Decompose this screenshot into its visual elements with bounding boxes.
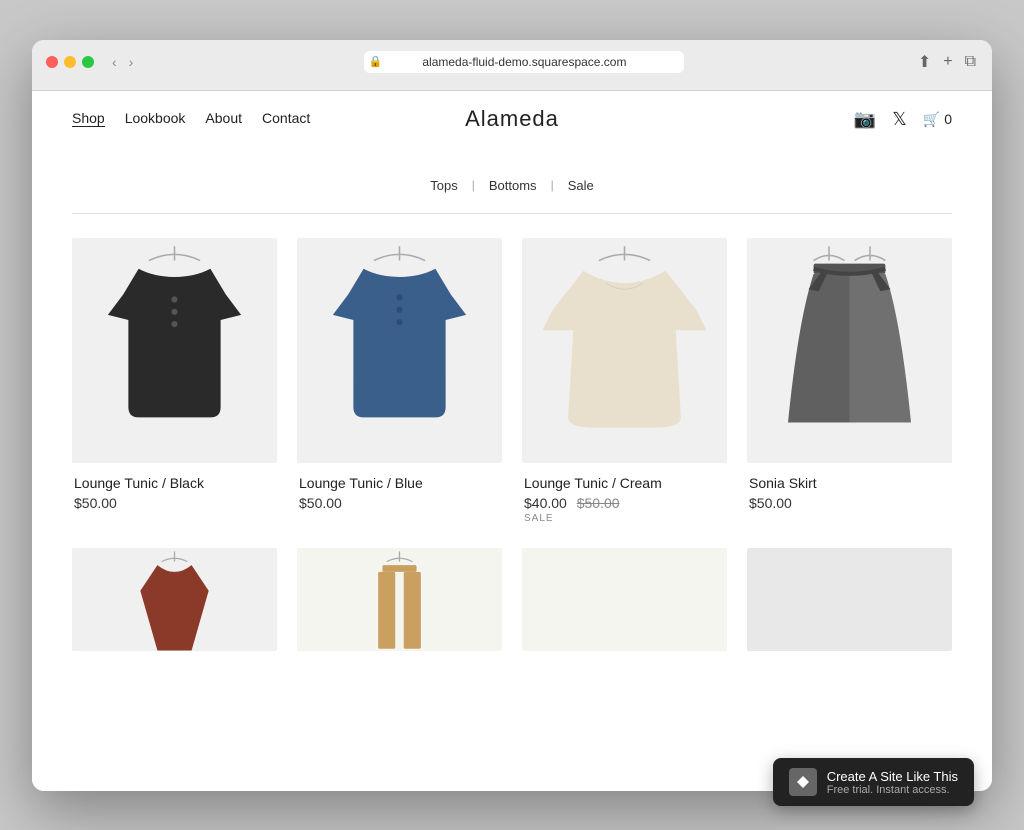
cat-divider-2: | <box>551 178 554 192</box>
nav-right: 📷 𝕏 🛒 0 <box>854 109 952 130</box>
category-tops[interactable]: Tops <box>430 178 457 193</box>
product-image-black-tunic <box>72 238 277 464</box>
product-image-sonia-skirt <box>747 238 952 464</box>
squarespace-logo <box>789 768 817 796</box>
cart-count: 0 <box>944 111 952 127</box>
banner-text: Create A Site Like This Free trial. Inst… <box>827 769 958 796</box>
minimize-button[interactable] <box>64 56 76 68</box>
tabs-button[interactable]: ⧉ <box>963 51 978 73</box>
lock-icon: 🔒 <box>369 55 383 68</box>
nav-links: Shop Lookbook About Contact <box>72 110 310 128</box>
category-sale[interactable]: Sale <box>568 178 594 193</box>
product-card-cream-tunic[interactable]: Lounge Tunic / Cream $40.00 $50.00 SALE <box>522 238 727 525</box>
banner-sub-text: Free trial. Instant access. <box>827 784 958 796</box>
product-card-row2-1[interactable] <box>72 548 277 663</box>
product-card-row2-2[interactable] <box>297 548 502 663</box>
product-info-blue-tunic: Lounge Tunic / Blue $50.00 <box>297 475 502 511</box>
browser-window: ‹ › 🔒 ⬆ + ⧉ Shop Lookbook About Contact <box>32 40 992 791</box>
product-price-black-tunic: $50.00 <box>74 495 275 511</box>
address-bar[interactable]: 🔒 <box>147 51 905 73</box>
product-grid-row2 <box>32 548 992 663</box>
cart-button[interactable]: 🛒 0 <box>923 111 952 128</box>
page-content: Shop Lookbook About Contact Alameda 📷 𝕏 … <box>32 91 992 791</box>
category-filter: Tops | Bottoms | Sale <box>32 148 992 213</box>
nav-controls: ‹ › <box>108 52 137 72</box>
forward-button[interactable]: › <box>125 52 138 72</box>
category-bottoms[interactable]: Bottoms <box>489 178 537 193</box>
traffic-lights <box>46 56 94 68</box>
product-info-cream-tunic: Lounge Tunic / Cream $40.00 $50.00 SALE <box>522 475 727 524</box>
product-price-blue-tunic: $50.00 <box>299 495 500 511</box>
product-image-row2-3 <box>522 548 727 651</box>
product-price-sonia-skirt: $50.00 <box>749 495 950 511</box>
product-image-blue-tunic <box>297 238 502 464</box>
banner-main-text: Create A Site Like This <box>827 769 958 784</box>
product-image-row2-1 <box>72 548 277 651</box>
instagram-icon[interactable]: 📷 <box>854 109 876 130</box>
original-price: $50.00 <box>577 495 620 511</box>
product-card-row2-4[interactable] <box>747 548 952 663</box>
sale-price: $40.00 <box>524 495 567 511</box>
site-nav: Shop Lookbook About Contact Alameda 📷 𝕏 … <box>32 91 992 148</box>
cart-icon: 🛒 <box>923 111 940 128</box>
close-button[interactable] <box>46 56 58 68</box>
squarespace-banner[interactable]: Create A Site Like This Free trial. Inst… <box>773 758 974 806</box>
twitter-icon[interactable]: 𝕏 <box>892 109 907 130</box>
product-grid: Lounge Tunic / Black $50.00 <box>32 214 992 549</box>
nav-about[interactable]: About <box>205 110 242 126</box>
product-info-sonia-skirt: Sonia Skirt $50.00 <box>747 475 952 511</box>
product-image-row2-2 <box>297 548 502 651</box>
site-title: Alameda <box>465 106 559 132</box>
product-card-blue-tunic[interactable]: Lounge Tunic / Blue $50.00 <box>297 238 502 525</box>
nav-lookbook[interactable]: Lookbook <box>125 110 186 126</box>
product-name-cream-tunic: Lounge Tunic / Cream <box>524 475 725 491</box>
product-card-row2-3[interactable] <box>522 548 727 663</box>
product-card-sonia-skirt[interactable]: Sonia Skirt $50.00 <box>747 238 952 525</box>
nav-contact[interactable]: Contact <box>262 110 310 126</box>
product-image-row2-4 <box>747 548 952 651</box>
product-info-black-tunic: Lounge Tunic / Black $50.00 <box>72 475 277 511</box>
cat-divider-1: | <box>472 178 475 192</box>
new-tab-button[interactable]: + <box>941 51 954 73</box>
product-name-sonia-skirt: Sonia Skirt <box>749 475 950 491</box>
product-card-black-tunic[interactable]: Lounge Tunic / Black $50.00 <box>72 238 277 525</box>
share-button[interactable]: ⬆ <box>916 50 933 74</box>
product-name-black-tunic: Lounge Tunic / Black <box>74 475 275 491</box>
url-input[interactable] <box>364 51 684 73</box>
product-price-cream-tunic: $40.00 $50.00 SALE <box>524 495 725 524</box>
nav-shop[interactable]: Shop <box>72 110 105 127</box>
maximize-button[interactable] <box>82 56 94 68</box>
browser-chrome: ‹ › 🔒 ⬆ + ⧉ <box>32 40 992 91</box>
sale-badge: SALE <box>524 513 725 524</box>
product-image-cream-tunic <box>522 238 727 464</box>
browser-actions: ⬆ + ⧉ <box>916 50 978 74</box>
product-name-blue-tunic: Lounge Tunic / Blue <box>299 475 500 491</box>
back-button[interactable]: ‹ <box>108 52 121 72</box>
